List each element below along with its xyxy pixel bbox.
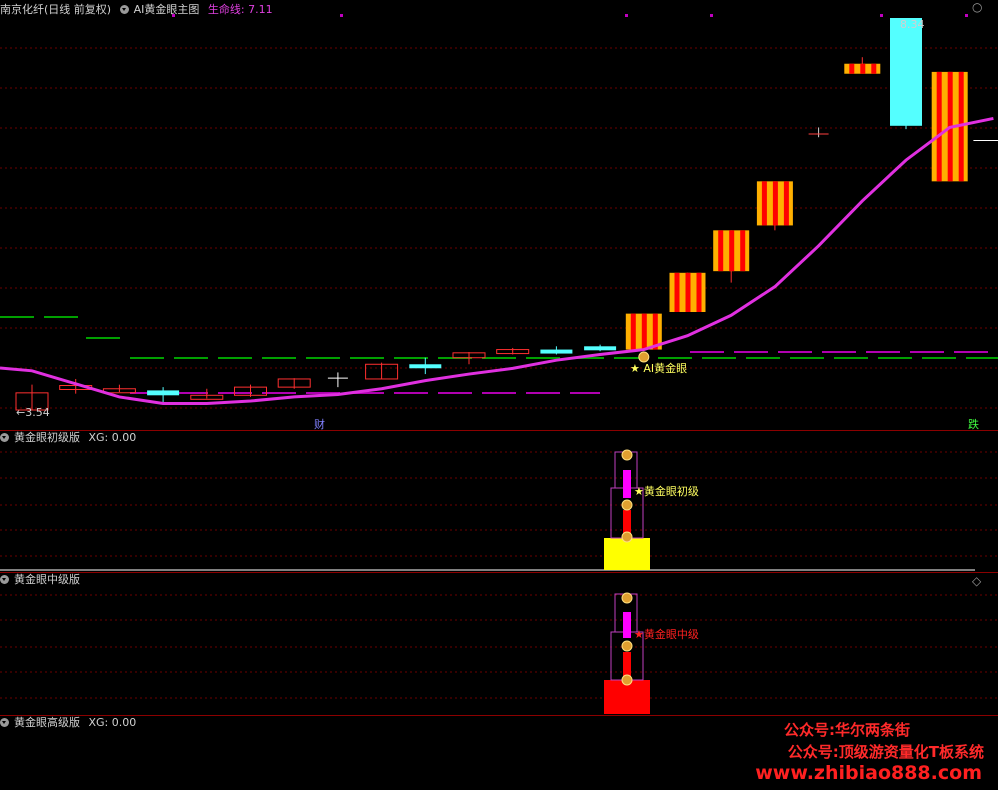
candle-stripe [630, 313, 636, 350]
signal-bar-red [623, 652, 631, 678]
money-bag-icon [621, 449, 633, 461]
star-icon: ★ [634, 628, 644, 641]
candle-stripe [761, 181, 767, 226]
candle-stripe [718, 230, 724, 272]
candle-stripe [849, 63, 855, 74]
main-chart[interactable] [0, 0, 998, 790]
signal-main-label: ★ AI黄金眼 [630, 362, 688, 375]
marker-dot [710, 14, 713, 17]
signal-p2-label: ★黄金眼中级 [634, 628, 699, 641]
signal-bar-magenta [623, 612, 631, 638]
marker-dot [172, 14, 175, 17]
star-icon: ★ [630, 362, 644, 375]
candle-stripe [783, 181, 789, 226]
marker-dot [340, 14, 343, 17]
money-bag-icon [621, 640, 633, 652]
watermark-line3: www.zhibiao888.com [755, 762, 982, 784]
watermark-line1: 公众号:华尔两条街 [784, 721, 910, 739]
candle-body-down [540, 349, 573, 354]
candle-stripe [936, 71, 942, 182]
cai-label: 财 [314, 418, 325, 431]
marker-dot [880, 14, 883, 17]
signal-p1-label: ★黄金眼初级 [634, 485, 699, 498]
candle-stripe [871, 63, 877, 74]
watermark-line2: 公众号:顶级游资量化T板系统 [787, 743, 984, 761]
candle-stripe [860, 63, 866, 74]
candle-stripe [674, 272, 680, 312]
money-bag-icon [621, 592, 633, 604]
die-label: 跌 [968, 418, 979, 431]
money-bag-icon [621, 499, 633, 511]
candle-stripe [729, 230, 735, 272]
candle-stripe [740, 230, 746, 272]
candle-stripe [772, 181, 778, 226]
candle-body-down [890, 18, 922, 126]
arrow-left-icon: ← [16, 406, 26, 419]
candle-stripe [696, 272, 702, 312]
candle-stripe [641, 313, 647, 350]
candle-body-down [147, 390, 180, 396]
high-price-label: 8.34 [900, 18, 925, 31]
money-bag-icon [621, 674, 633, 686]
signal-bar-magenta [623, 470, 631, 498]
lifeline [0, 116, 994, 405]
star-icon: ★ [634, 485, 644, 498]
signal-block-yellow [604, 538, 650, 570]
marker-dot [625, 14, 628, 17]
candle-body-down [584, 346, 617, 351]
marker-dot [965, 14, 968, 17]
candle-body-down [409, 364, 442, 369]
low-price-label: ←3.54 [16, 406, 50, 419]
money-bag-icon [621, 531, 633, 543]
candle-stripe [685, 272, 691, 312]
